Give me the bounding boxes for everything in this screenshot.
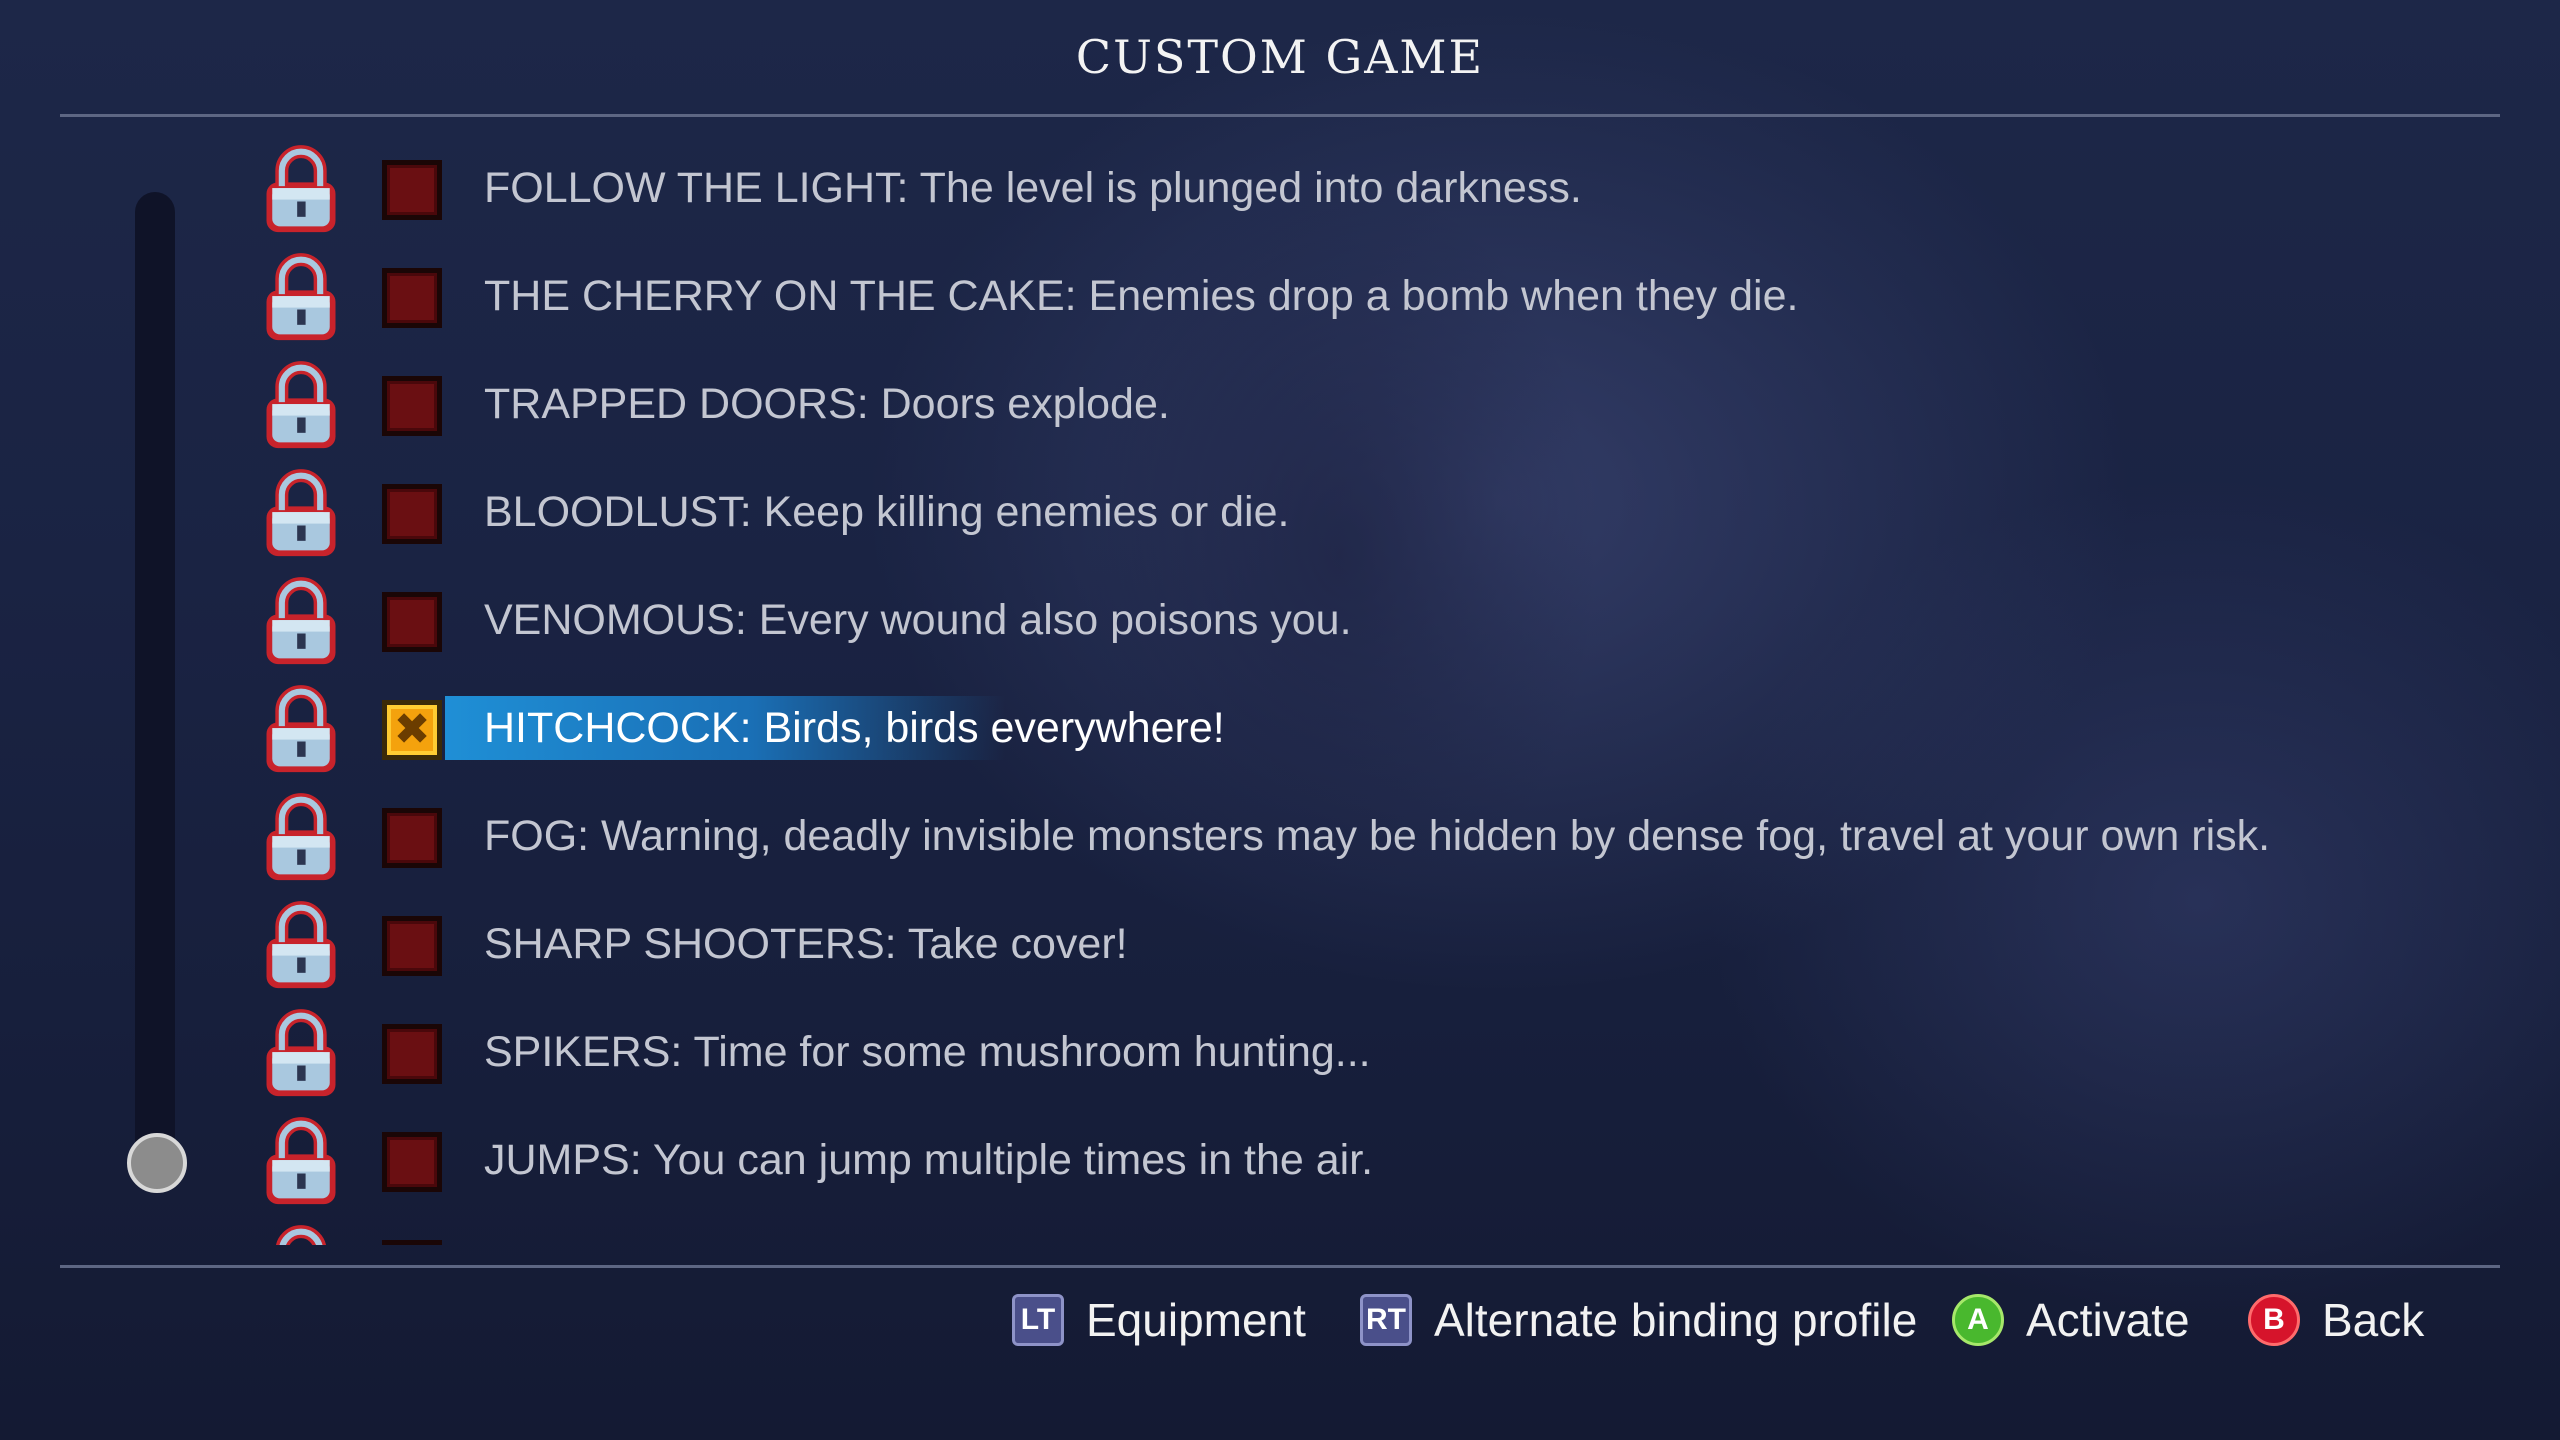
- header-divider: [60, 114, 2500, 117]
- modifier-row[interactable]: TRAPPED DOORS: Doors explode.: [255, 352, 2455, 452]
- modifier-row[interactable]: THE CHERRY ON THE CAKE: Enemies drop a b…: [255, 244, 2455, 344]
- modifier-checkbox[interactable]: [382, 376, 442, 436]
- modifier-row[interactable]: FOG: Warning, deadly invisible monsters …: [255, 784, 2455, 884]
- modifier-row[interactable]: ✖ HITCHCOCK: Birds, birds everywhere!: [255, 676, 2455, 776]
- modifier-label: SHARP SHOOTERS: Take cover!: [484, 920, 1128, 968]
- lock-icon: [255, 576, 347, 668]
- lock-icon: [255, 1224, 347, 1245]
- rt-trigger-icon: RT: [1360, 1294, 1412, 1346]
- modifier-checkbox[interactable]: [382, 916, 442, 976]
- modifier-list[interactable]: FOLLOW THE LIGHT: The level is plunged i…: [0, 120, 2560, 1245]
- modifier-label: TRAPPED DOORS: Doors explode.: [484, 380, 1170, 428]
- scrollbar-track[interactable]: [135, 192, 175, 1182]
- modifier-label: THE CHERRY ON THE CAKE: Enemies drop a b…: [484, 272, 1799, 320]
- activate-label: Activate: [2026, 1294, 2190, 1346]
- activate-button[interactable]: A Activate: [1952, 1290, 2190, 1350]
- modifier-label: VENOMOUS: Every wound also poisons you.: [484, 596, 1352, 644]
- modifier-checkbox[interactable]: [382, 160, 442, 220]
- equipment-button[interactable]: LT Equipment: [1012, 1290, 1306, 1350]
- modifier-label: ADAPTATION: This item will be replaced b…: [484, 1238, 1944, 1245]
- modifier-row[interactable]: SHARP SHOOTERS: Take cover!: [255, 892, 2455, 992]
- modifier-checkbox[interactable]: [382, 1132, 442, 1192]
- lock-icon: [255, 360, 347, 452]
- lock-icon: [255, 468, 347, 560]
- modifier-label: FOLLOW THE LIGHT: The level is plunged i…: [484, 164, 1582, 212]
- lock-icon: [255, 900, 347, 992]
- modifier-row[interactable]: VENOMOUS: Every wound also poisons you.: [255, 568, 2455, 668]
- alternate-binding-label: Alternate binding profile: [1434, 1294, 1918, 1346]
- page-title: CUSTOM GAME: [1075, 30, 1485, 84]
- lock-icon: [255, 792, 347, 884]
- modifier-row[interactable]: JUMPS: You can jump multiple times in th…: [255, 1108, 2455, 1208]
- equipment-label: Equipment: [1086, 1294, 1306, 1346]
- modifier-row[interactable]: ADAPTATION: This item will be replaced b…: [255, 1216, 2455, 1245]
- modifier-label: BLOODLUST: Keep killing enemies or die.: [484, 488, 1290, 536]
- lock-icon: [255, 144, 347, 236]
- lock-icon: [255, 1008, 347, 1100]
- scrollbar-thumb[interactable]: [127, 1133, 187, 1193]
- footer-divider: [60, 1265, 2500, 1268]
- modifier-label: SPIKERS: Time for some mushroom hunting.…: [484, 1028, 1371, 1076]
- modifier-label: HITCHCOCK: Birds, birds everywhere!: [484, 704, 1225, 752]
- modifier-checkbox[interactable]: [382, 1024, 442, 1084]
- lock-icon: [255, 684, 347, 776]
- lt-trigger-icon: LT: [1012, 1294, 1064, 1346]
- a-button-icon: A: [1952, 1294, 2004, 1346]
- modifier-checkbox[interactable]: ✖: [382, 700, 442, 760]
- b-button-icon: B: [2248, 1294, 2300, 1346]
- lock-icon: [255, 252, 347, 344]
- alternate-binding-button[interactable]: RT Alternate binding profile: [1360, 1290, 1917, 1350]
- modifier-checkbox[interactable]: [382, 268, 442, 328]
- modifier-row[interactable]: SPIKERS: Time for some mushroom hunting.…: [255, 1000, 2455, 1100]
- checkmark-x-icon: ✖: [393, 704, 431, 755]
- modifier-label: FOG: Warning, deadly invisible monsters …: [484, 812, 2271, 860]
- modifier-row[interactable]: BLOODLUST: Keep killing enemies or die.: [255, 460, 2455, 560]
- modifier-checkbox[interactable]: [382, 592, 442, 652]
- modifier-checkbox[interactable]: [382, 1240, 442, 1245]
- modifier-row[interactable]: FOLLOW THE LIGHT: The level is plunged i…: [255, 136, 2455, 236]
- back-label: Back: [2322, 1294, 2425, 1346]
- modifier-checkbox[interactable]: [382, 484, 442, 544]
- back-button[interactable]: B Back: [2248, 1290, 2424, 1350]
- modifier-label: JUMPS: You can jump multiple times in th…: [484, 1136, 1374, 1184]
- lock-icon: [255, 1116, 347, 1208]
- modifier-checkbox[interactable]: [382, 808, 442, 868]
